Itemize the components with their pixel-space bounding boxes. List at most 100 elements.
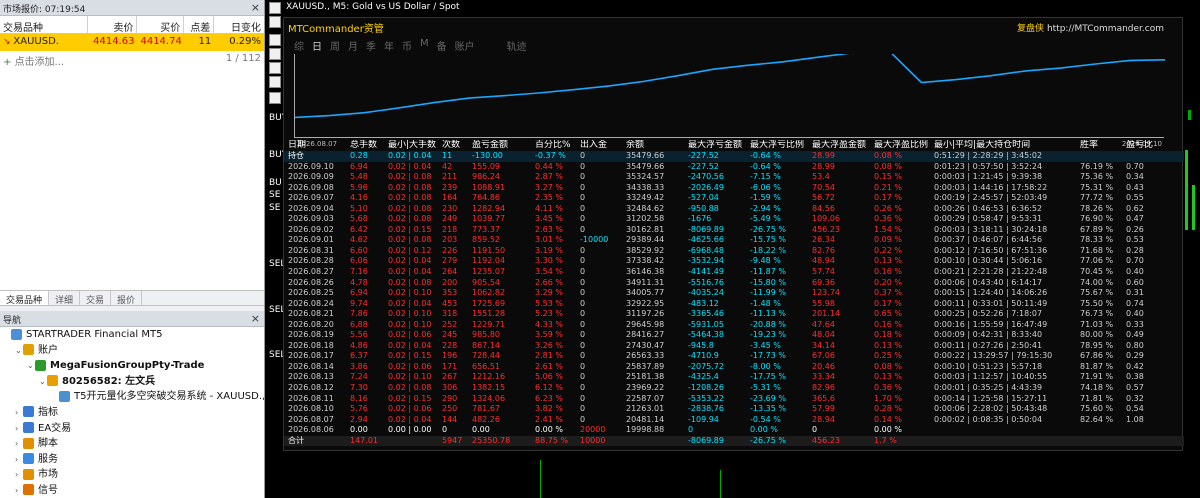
table-row[interactable]: 2026.09.01 4.62 0.02 | 0.08 203 859.52 3.01 %… <box>284 235 1184 246</box>
panel-tab[interactable]: 备 <box>437 38 447 53</box>
table-cell: 2026.08.12 <box>288 383 334 393</box>
table-cell: 5.53 % <box>535 298 563 308</box>
add-symbol-row[interactable]: + 点击添加... 1 / 112 <box>0 51 264 68</box>
panel-tab[interactable]: 季 <box>366 38 376 53</box>
table-row[interactable]: 2026.09.09 5.48 0.02 | 0.08 211 986.24 2.87 %… <box>284 172 1184 183</box>
table-row[interactable]: 2026.08.21 7.86 0.02 | 0.10 318 1551.28 5.23 … <box>284 309 1184 320</box>
table-row[interactable]: 2026.08.31 6.60 0.02 | 0.12 226 1191.50 3.19 … <box>284 246 1184 257</box>
panel-tab[interactable]: 账户 <box>455 38 475 53</box>
table-row[interactable]: 2026.08.11 8.16 0.02 | 0.15 290 1324.06 6.23 … <box>284 394 1184 405</box>
table-row[interactable]: 2026.09.08 5.96 0.02 | 0.08 239 1088.91 3.27 … <box>284 183 1184 194</box>
table-cell: -2470.56 <box>688 172 724 182</box>
close-icon[interactable]: × <box>251 312 260 325</box>
toolbar-icon-4[interactable] <box>269 76 281 88</box>
brand-url[interactable]: http://MTCommander.com <box>1047 24 1164 34</box>
col-daily-change[interactable]: 日变化 <box>214 16 264 33</box>
table-row[interactable]: 2026.08.26 4.78 0.02 | 0.08 200 905.54 2.66 %… <box>284 278 1184 289</box>
table-row[interactable]: 2026.08.25 6.94 0.02 | 0.10 353 1062.82 3.29 … <box>284 288 1184 299</box>
panel-tab[interactable]: 轨迹 <box>507 38 527 53</box>
table-cell: 74.00 % <box>1080 277 1114 287</box>
navigator-item[interactable]: › 指标 <box>0 405 264 421</box>
navigator-item[interactable]: › EA交易 <box>0 421 264 437</box>
table-row[interactable]: 2026.09.04 5.10 0.02 | 0.08 230 1282.94 4.11 … <box>284 204 1184 215</box>
table-row[interactable]: 2026.08.10 5.76 0.02 | 0.06 250 781.67 3.82 %… <box>284 404 1184 415</box>
table-row[interactable]: 2026.09.07 4.16 0.02 | 0.08 164 764.86 2.35 %… <box>284 193 1184 204</box>
panel-tab[interactable]: M <box>420 38 429 53</box>
toolbar-icon-2[interactable] <box>269 48 281 60</box>
tree-toggle-icon[interactable]: › <box>15 467 23 483</box>
toolbar-icon-5[interactable] <box>269 92 281 104</box>
panel-tab[interactable]: 币 <box>402 38 412 53</box>
tree-toggle-icon[interactable]: › <box>15 452 23 468</box>
panel-tab[interactable]: 综 <box>294 38 304 53</box>
table-row[interactable]: 持仓 0.28 0.02 | 0.04 11 -130.00 -0.37 % 0 35479.… <box>284 151 1184 162</box>
table-cell: 2.87 % <box>535 172 563 182</box>
tab-symbols[interactable]: 交易品种 <box>0 291 50 306</box>
table-row[interactable]: 2026.08.20 6.88 0.02 | 0.10 252 1229.71 4.33 … <box>284 320 1184 331</box>
table-cell: 5.76 <box>350 404 368 414</box>
col-spread[interactable]: 点差 <box>184 16 215 33</box>
tree-toggle-icon[interactable]: ⌄ <box>39 374 47 390</box>
table-row[interactable]: 2026.08.24 9.74 0.02 | 0.04 453 1725.69 5.53 … <box>284 299 1184 310</box>
tree-toggle-icon[interactable]: ⌄ <box>27 358 35 374</box>
col-bid[interactable]: 卖价 <box>88 16 138 33</box>
tree-toggle-icon[interactable]: ⌄ <box>15 343 23 359</box>
table-cell: 3.26 % <box>535 340 563 350</box>
table-row[interactable]: 2026.08.07 2.94 0.02 | 0.04 144 482.26 2.41 %… <box>284 415 1184 426</box>
tab-details[interactable]: 详细 <box>49 291 81 306</box>
navigator-item[interactable]: › 服务 <box>0 452 264 468</box>
panel-tab[interactable]: 月 <box>348 38 358 53</box>
tab-trading[interactable]: 交易 <box>80 291 112 306</box>
table-row[interactable]: 2026.08.28 6.06 0.02 | 0.04 279 1192.04 3.30 … <box>284 256 1184 267</box>
trade-panel-icon[interactable] <box>269 16 281 28</box>
table-cell: 985.80 <box>472 330 500 340</box>
table-row[interactable]: 2026.09.10 6.94 0.02 | 0.04 42 155.09 0.44 % 0… <box>284 162 1184 173</box>
table-row[interactable]: 2026.08.13 7.24 0.02 | 0.10 267 1212.16 5.06 … <box>284 372 1184 383</box>
symbol-ask: 4414.74 <box>140 36 182 47</box>
table-row[interactable]: 2026.08.17 6.37 0.02 | 0.15 196 728.44 2.81 %… <box>284 351 1184 362</box>
table-row[interactable]: 2026.08.19 5.56 0.02 | 0.06 245 985.80 3.59 %… <box>284 330 1184 341</box>
panel-brand[interactable]: 复盘侠 http://MTCommander.com <box>1017 21 1164 34</box>
table-cell: 1.54 % <box>874 224 902 234</box>
table-row[interactable]: 2026.09.02 6.42 0.02 | 0.15 218 773.37 2.63 %… <box>284 225 1184 236</box>
tree-toggle-icon[interactable]: › <box>15 483 23 498</box>
navigator-item[interactable]: › 市场 <box>0 467 264 483</box>
toolbar-icon-1[interactable] <box>269 34 281 46</box>
close-icon[interactable]: × <box>251 1 260 14</box>
panel-tab[interactable]: 周 <box>330 38 340 53</box>
tree-toggle-icon[interactable]: › <box>15 436 23 452</box>
table-cell: 200 <box>442 277 458 287</box>
table-row[interactable]: 2026.08.27 7.16 0.02 | 0.04 264 1235.07 3.54 … <box>284 267 1184 278</box>
table-row[interactable]: 2026.08.14 3.86 0.02 | 0.06 171 656.51 2.61 %… <box>284 362 1184 373</box>
navigator-item[interactable]: ⌄ 账户 <box>0 343 264 359</box>
table-summary-row[interactable]: 合计 147.01 5947 25350.78 88.75 % 10000 -8069.89… <box>284 435 1184 447</box>
table-cell: 42 <box>442 161 453 171</box>
symbol-row[interactable]: ↘ XAUUSD. 4414.63 4414.74 11 0.29% <box>0 34 264 51</box>
table-cell: 25350.78 <box>472 435 511 445</box>
navigator-item[interactable]: T5开元量化多空突破交易系统 - XAUUSD.,M5 <box>0 389 264 405</box>
table-row[interactable]: 2026.08.18 4.86 0.02 | 0.04 228 867.14 3.26 %… <box>284 341 1184 352</box>
navigator-item[interactable]: STARTRADER Financial MT5 <box>0 327 264 343</box>
column-header: 最小|大手数 <box>388 140 437 150</box>
col-ask[interactable]: 买价 <box>137 16 185 33</box>
panel-tab[interactable]: 年 <box>384 38 394 53</box>
table-cell: 78.95 % <box>1080 340 1114 350</box>
table-row[interactable]: 2026.08.12 7.30 0.02 | 0.08 306 1382.15 6.12 … <box>284 383 1184 394</box>
chart-menu-icon[interactable] <box>269 2 281 14</box>
navigator-item[interactable]: › 信号 <box>0 483 264 498</box>
panel-tab[interactable]: 日 <box>312 38 322 53</box>
navigator-item[interactable]: › 脚本 <box>0 436 264 452</box>
table-row[interactable]: 2026.08.06 0.00 0.00 | 0.00 0 0.00 0.00 % 2000… <box>284 425 1184 436</box>
table-cell: -130.00 <box>472 151 503 160</box>
table-cell: 29645.98 <box>626 319 665 329</box>
tree-toggle-icon[interactable]: › <box>15 405 23 421</box>
navigator-item[interactable]: ⌄ 80256582: 左文兵 <box>0 374 264 390</box>
tab-ticks[interactable]: 报价 <box>111 291 143 306</box>
navigator-item[interactable]: ⌄ MegaFusionGroupPty-Trade <box>0 358 264 374</box>
table-cell: 0.02 | 0.06 <box>388 361 432 371</box>
col-symbol[interactable]: 交易品种 <box>0 16 88 33</box>
tree-toggle-icon[interactable]: › <box>15 421 23 437</box>
table-row[interactable]: 2026.09.03 5.68 0.02 | 0.08 249 1039.77 3.45 … <box>284 214 1184 225</box>
side-label: SE <box>269 190 281 200</box>
toolbar-icon-3[interactable] <box>269 62 281 74</box>
